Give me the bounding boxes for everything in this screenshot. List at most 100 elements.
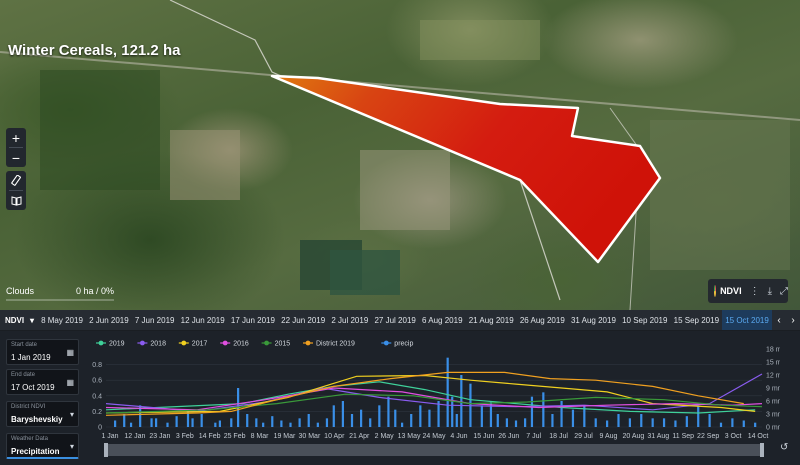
weather-data-select[interactable]: Weather Data Precipitation ▾ <box>6 433 79 459</box>
x-tick-label: 1 Jan <box>101 433 118 440</box>
date-item[interactable]: 15 Oct 2019 <box>722 310 772 330</box>
ruler-icon <box>10 175 21 186</box>
ruler-button[interactable] <box>6 171 26 190</box>
end-date-field[interactable]: End date 17 Oct 2019 ▦ <box>6 369 79 395</box>
y-right-tick-label: 9 mm <box>766 386 780 393</box>
precip-bar <box>262 422 265 427</box>
precip-bar <box>341 401 344 427</box>
legend-label[interactable]: 2019 <box>109 341 125 348</box>
precip-bar <box>155 418 158 427</box>
download-icon[interactable]: ⤓ <box>768 286 772 297</box>
date-strip: NDVI ▾ 8 May 2019 2 Jun 2019 7 Jun 2019 12 … <box>0 310 800 331</box>
x-tick-label: 23 Jan <box>149 433 170 440</box>
x-tick-label: 2 May <box>375 433 395 440</box>
precip-bar <box>378 405 381 427</box>
precip-bar <box>428 409 431 427</box>
y-left-tick-label: 0.6 <box>92 378 102 385</box>
legend-label[interactable]: 2018 <box>150 341 166 348</box>
precip-bar <box>307 414 310 427</box>
date-item[interactable]: 2 Jul 2019 <box>328 310 371 330</box>
x-tick-label: 12 Jan <box>124 433 145 440</box>
start-date-field[interactable]: Start date 1 Jan 2019 ▦ <box>6 339 79 365</box>
legend-swatch-dot <box>222 340 228 346</box>
district-ndvi-value: Baryshevskiy <box>11 415 63 424</box>
legend-label[interactable]: precip <box>394 341 413 348</box>
date-item[interactable]: 7 Jun 2019 <box>132 310 178 330</box>
precip-bar <box>271 416 274 427</box>
ndvi-chart[interactable]: 0 0.2 0.4 0.6 0.8 0 mm 3 mm 6 mm 9 mm 12 mm 15 mm 1… <box>90 331 780 465</box>
layer-dropdown[interactable]: NDVI ▾ <box>0 316 38 325</box>
precip-bar <box>360 409 363 427</box>
precip-bar <box>560 401 563 427</box>
precip-bar <box>708 414 711 427</box>
village-area <box>650 120 790 270</box>
precip-bar <box>628 418 631 427</box>
ndvi-layer-icon <box>714 285 717 297</box>
precip-bar <box>505 418 508 427</box>
book-icon <box>11 195 21 206</box>
date-item[interactable]: 2 Jun 2019 <box>86 310 132 330</box>
field-title: Winter Cereals, 121.2 ha <box>8 42 181 59</box>
date-item[interactable]: 15 Sep 2019 <box>671 310 723 330</box>
date-item[interactable]: 8 May 2019 <box>38 310 86 330</box>
date-item[interactable]: 31 Aug 2019 <box>568 310 619 330</box>
legend-label[interactable]: 2016 <box>233 341 249 348</box>
zoom-out-button[interactable]: − <box>6 148 26 167</box>
end-date-value: 17 Oct 2019 <box>11 383 55 392</box>
date-item[interactable]: 10 Sep 2019 <box>619 310 671 330</box>
precip-bar <box>617 414 620 427</box>
layer-selector[interactable]: NDVI ⋮ ⤓ ⤢ <box>708 279 788 303</box>
precip-bar <box>419 405 422 427</box>
date-item[interactable]: 6 Aug 2019 <box>419 310 466 330</box>
info-icon[interactable]: ⋮ <box>750 286 760 297</box>
date-item[interactable]: 12 Jun 2019 <box>178 310 228 330</box>
tool-control <box>6 171 26 210</box>
precip-bar <box>230 418 233 427</box>
precip-bar <box>175 416 178 427</box>
district-ndvi-select[interactable]: District NDVI Baryshevskiy ▾ <box>6 401 79 427</box>
x-tick-label: 8 Mar <box>251 433 270 440</box>
forest-area <box>40 70 160 190</box>
date-item[interactable]: 22 Jun 2019 <box>278 310 328 330</box>
date-item[interactable]: 21 Aug 2019 <box>466 310 517 330</box>
range-slider-handle-left[interactable] <box>104 443 108 457</box>
x-tick-label: 4 Jun <box>450 433 467 440</box>
field-patch <box>170 130 240 200</box>
y-left-tick-label: 0.4 <box>92 393 102 400</box>
x-tick-label: 29 Jul <box>574 433 593 440</box>
y-right-tick-label: 18 mm <box>766 347 780 354</box>
x-tick-label: 25 Feb <box>224 433 246 440</box>
range-slider-track[interactable] <box>106 444 762 456</box>
y-right-tick-label: 15 mm <box>766 360 780 367</box>
x-tick-label: 19 Mar <box>274 433 296 440</box>
reset-zoom-icon[interactable]: ↺ <box>780 442 788 453</box>
start-date-value: 1 Jan 2019 <box>11 353 51 362</box>
date-item[interactable]: 27 Jul 2019 <box>371 310 419 330</box>
legend-swatch-dot <box>305 340 311 346</box>
x-tick-label: 3 Feb <box>176 433 194 440</box>
date-item[interactable]: 26 Aug 2019 <box>517 310 568 330</box>
range-slider-handle-right[interactable] <box>760 443 764 457</box>
zoom-in-button[interactable]: + <box>6 128 26 147</box>
precip-bar <box>325 418 329 427</box>
clouds-indicator: Clouds 0 ha / 0% <box>0 284 114 306</box>
precip-bar <box>191 418 194 427</box>
fullscreen-icon[interactable]: ⤢ <box>780 286 788 297</box>
y-left-tick-label: 0.8 <box>92 362 102 369</box>
legend-button[interactable] <box>6 191 26 210</box>
legend-label[interactable]: 2015 <box>275 341 291 348</box>
next-date-icon[interactable]: › <box>786 315 800 326</box>
precip-bar <box>218 420 221 427</box>
precip-bar <box>685 416 688 427</box>
legend-swatch-dot <box>264 340 269 346</box>
precip-bar <box>401 422 404 427</box>
satellite-map[interactable]: Winter Cereals, 121.2 ha + − Clouds 0 ha… <box>0 0 800 310</box>
prev-date-icon[interactable]: ‹ <box>772 315 786 326</box>
legend-label[interactable]: District 2019 <box>316 341 355 348</box>
date-item[interactable]: 17 Jun 2019 <box>228 310 278 330</box>
precip-bar <box>289 422 292 427</box>
legend-label[interactable]: 2017 <box>192 341 208 348</box>
x-tick-label: 3 Oct <box>725 433 742 440</box>
chevron-down-icon: ▾ <box>69 442 74 451</box>
precip-bar <box>514 420 518 427</box>
